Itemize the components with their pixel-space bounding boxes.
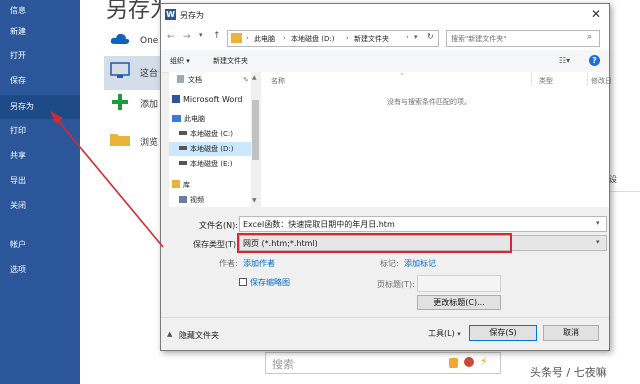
annotation-arrow [50,111,164,248]
